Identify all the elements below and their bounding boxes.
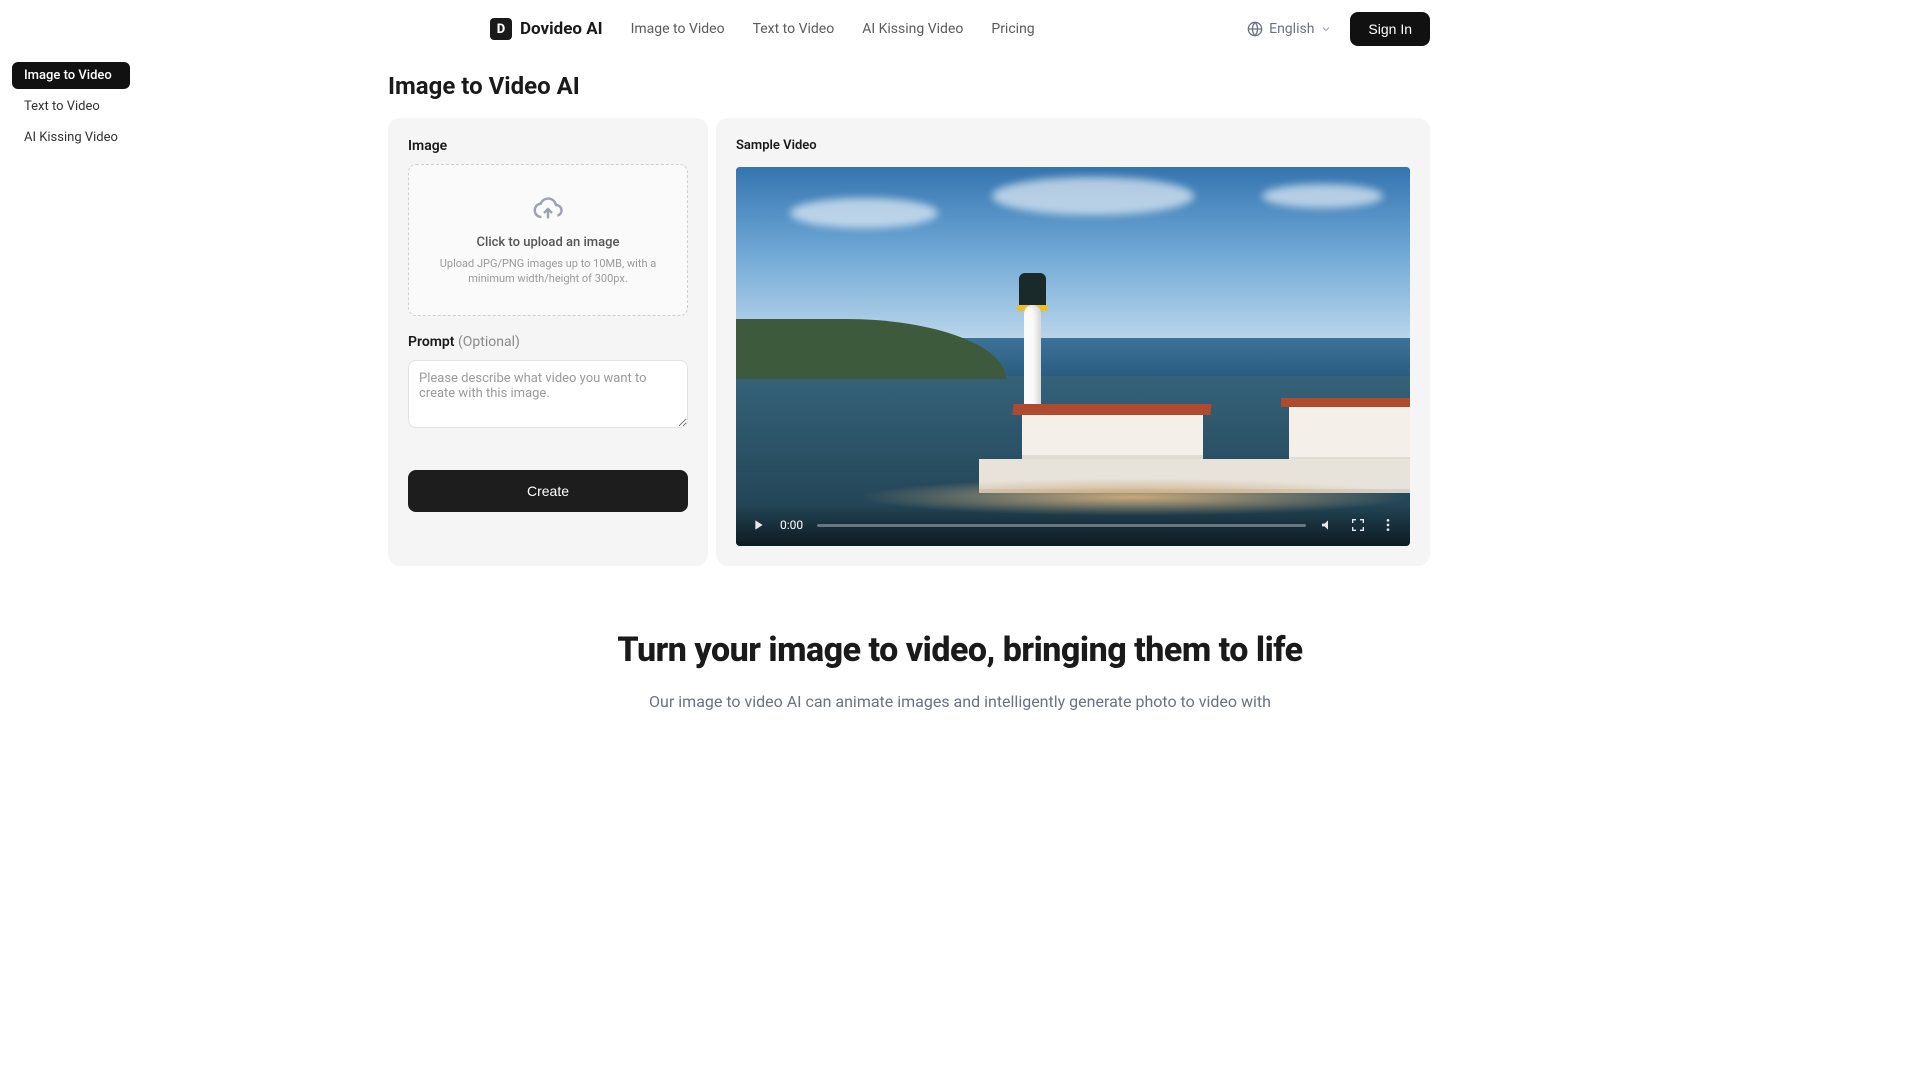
image-dropzone[interactable]: Click to upload an image Upload JPG/PNG …: [408, 164, 688, 316]
video-progress[interactable]: [817, 524, 1306, 527]
language-selector[interactable]: English: [1247, 21, 1332, 37]
video-controls: 0:00: [736, 504, 1410, 546]
sample-panel: Sample Video: [716, 118, 1430, 566]
hero: Turn your image to video, bringing them …: [0, 630, 1920, 711]
brand-logo[interactable]: D Dovideo AI: [490, 18, 603, 40]
fullscreen-icon[interactable]: [1350, 517, 1366, 533]
side-tabs: Image to Video Text to Video AI Kissing …: [12, 62, 130, 155]
video-time: 0:00: [780, 518, 803, 532]
video-sky: [736, 167, 1410, 338]
cloud-upload-icon: [532, 193, 564, 225]
volume-icon[interactable]: [1320, 517, 1336, 533]
upload-subtitle: Upload JPG/PNG images up to 10MB, with a…: [423, 256, 673, 287]
nav-image-to-video[interactable]: Image to Video: [631, 21, 725, 37]
nav-pricing[interactable]: Pricing: [991, 21, 1034, 37]
sample-video-label: Sample Video: [736, 138, 1410, 153]
create-button[interactable]: Create: [408, 470, 688, 512]
prompt-textarea[interactable]: [408, 360, 688, 428]
hero-title: Turn your image to video, bringing them …: [258, 630, 1662, 670]
image-field-label: Image: [408, 138, 688, 154]
language-label: English: [1269, 21, 1314, 37]
prompt-label-text: Prompt: [408, 334, 455, 350]
play-icon[interactable]: [750, 517, 766, 533]
side-tab-image-to-video[interactable]: Image to Video: [12, 62, 130, 89]
hero-sub: Our image to video AI can animate images…: [640, 692, 1280, 711]
chevron-down-icon: [1320, 23, 1332, 35]
upload-title: Click to upload an image: [423, 235, 673, 250]
prompt-optional-text: (Optional): [458, 334, 520, 350]
logo-icon: D: [490, 18, 512, 40]
header: D Dovideo AI Image to Video Text to Vide…: [232, 0, 1688, 58]
prompt-field-label: Prompt (Optional): [408, 334, 688, 350]
nav-text-to-video[interactable]: Text to Video: [753, 21, 835, 37]
main: Image to Video AI Image Click to upload …: [232, 58, 1688, 566]
brand-name: Dovideo AI: [520, 19, 603, 39]
side-tab-ai-kissing-video[interactable]: AI Kissing Video: [12, 124, 130, 151]
more-icon[interactable]: [1380, 517, 1396, 533]
top-nav: Image to Video Text to Video AI Kissing …: [631, 21, 1035, 37]
globe-icon: [1247, 21, 1263, 37]
sample-video[interactable]: 0:00: [736, 167, 1410, 546]
page-title: Image to Video AI: [388, 72, 1430, 100]
video-buildings: [979, 379, 1410, 493]
side-tab-text-to-video[interactable]: Text to Video: [12, 93, 130, 120]
signin-button[interactable]: Sign In: [1350, 12, 1430, 46]
input-panel: Image Click to upload an image Upload JP…: [388, 118, 708, 566]
nav-ai-kissing-video[interactable]: AI Kissing Video: [862, 21, 963, 37]
